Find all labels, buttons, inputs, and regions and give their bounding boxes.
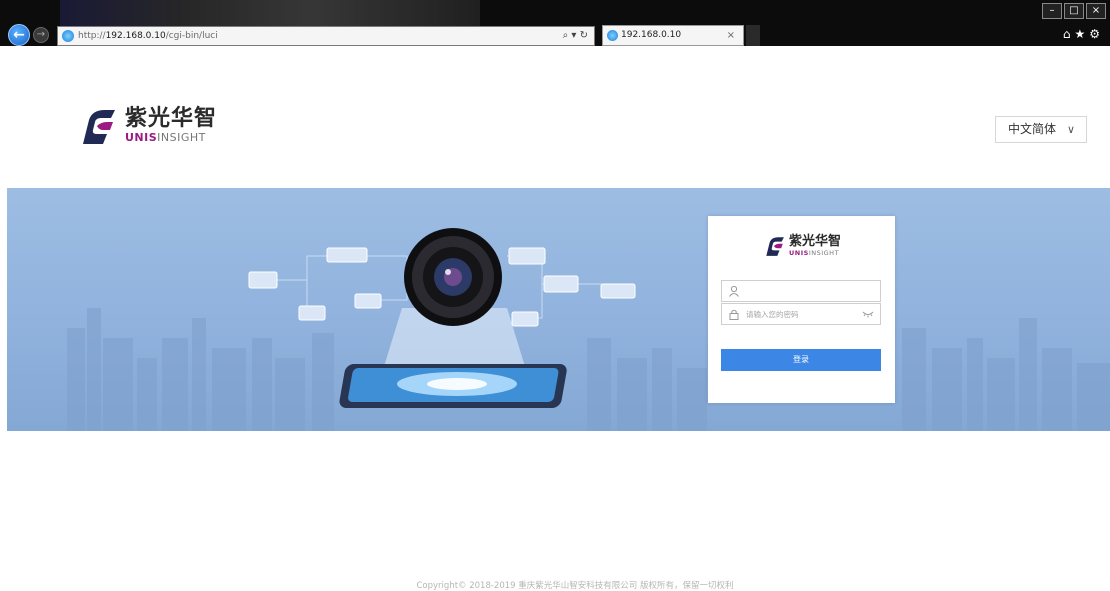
lock-icon (729, 309, 739, 320)
username-field[interactable] (721, 280, 881, 302)
brand-name-cn: 紫光华智 (125, 106, 218, 131)
smartphone-icon (339, 364, 567, 408)
unisinsight-logo-icon (766, 237, 784, 256)
language-value: 中文简体 (1008, 122, 1057, 136)
hero-banner (7, 188, 1110, 431)
url-host: 192.168.0.10 (105, 31, 166, 41)
tab-title: 192.168.0.10 (621, 30, 682, 40)
ie-icon (62, 30, 74, 42)
brand-logo: 紫光华智 UNISINSIGHT (77, 104, 217, 148)
brand-name-en: UNISINSIGHT (125, 131, 217, 145)
address-bar[interactable]: http://192.168.0.10/cgi-bin/luci ⌕ ▾ ↻ (57, 26, 595, 46)
minimize-button[interactable]: – (1042, 3, 1062, 19)
card-brand-name-en-bold: UNIS (789, 249, 809, 257)
skyline-icon (67, 308, 1110, 431)
copyright-text: Copyright© 2018-2019 重庆紫光华山智安科技有限公司 版权所有… (416, 581, 734, 591)
close-window-button[interactable]: × (1086, 3, 1106, 19)
brand-name-en-rest: INSIGHT (157, 131, 206, 144)
card-brand-logo: 紫光华智 UNISINSIGHT (763, 235, 841, 257)
chevron-down-icon: ∨ (1066, 123, 1075, 136)
brand-name-en-bold: UNIS (125, 131, 158, 144)
search-refresh-icons[interactable]: ⌕ ▾ ↻ (563, 27, 588, 45)
eye-closed-icon[interactable] (862, 310, 874, 318)
close-tab-icon[interactable]: × (727, 26, 735, 45)
city-camera-illustration (67, 228, 1110, 431)
forward-button[interactable]: → (33, 27, 49, 43)
card-brand-name-cn: 紫光华智 (789, 234, 842, 249)
browser-tab[interactable]: 192.168.0.10 × (602, 25, 744, 46)
password-field[interactable] (721, 303, 881, 325)
login-button[interactable]: 登录 (721, 349, 881, 371)
login-card: 紫光华智 UNISINSIGHT 登录 (708, 216, 895, 403)
url-prefix: http:// (78, 31, 106, 41)
maximize-button[interactable]: □ (1064, 3, 1084, 19)
camera-lens-icon (404, 228, 502, 326)
window-controls: – □ × (1040, 3, 1106, 19)
card-brand-name-en: UNISINSIGHT (789, 249, 841, 257)
url-path: /cgi-bin/luci (165, 31, 218, 41)
new-tab-button[interactable] (746, 25, 760, 46)
home-favorites-tools-icons[interactable]: ⌂★⚙ (1063, 27, 1104, 41)
card-brand-name-en-rest: INSIGHT (808, 249, 840, 257)
browser-toolbar: ← → http://192.168.0.10/cgi-bin/luci ⌕ ▾… (0, 0, 1110, 46)
unisinsight-logo-icon (83, 110, 115, 144)
password-input[interactable] (746, 306, 866, 322)
username-input[interactable] (746, 283, 866, 299)
user-icon (729, 285, 739, 297)
ie-icon (607, 30, 618, 41)
language-select[interactable]: 中文简体 ∨ (995, 116, 1087, 143)
back-button[interactable]: ← (8, 24, 30, 46)
